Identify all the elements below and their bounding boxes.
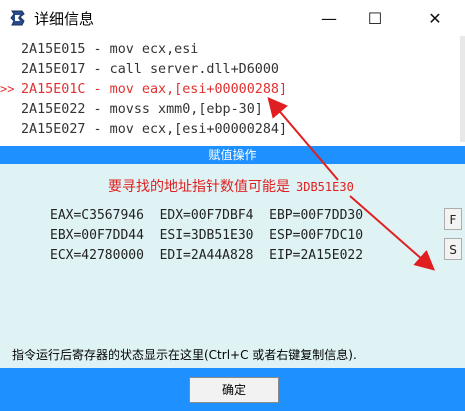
register-row: EAX=C3567946 EDX=00F7DBF4 EBP=00F7DD30: [50, 208, 364, 223]
minimize-icon: —: [321, 8, 337, 28]
window-title: 详细信息: [34, 10, 95, 28]
section-header: 赋值操作: [0, 146, 465, 164]
close-icon: ✕: [428, 8, 442, 28]
current-line-pointer: >>: [0, 82, 15, 96]
annotation-address: 3DB51E30: [296, 180, 354, 194]
code-line[interactable]: 2A15E027 - mov ecx,[esi+00000284]: [21, 122, 287, 137]
register-row: ECX=42780000 EDI=2A44A828 EIP=2A15E022: [50, 248, 364, 263]
register-row: EBX=00F7DD44 ESI=3DB51E30 ESP=00F7DC10: [50, 228, 364, 243]
float-toggle-button[interactable]: F: [444, 208, 462, 230]
status-text: 指令运行后寄存器的状态显示在这里(Ctrl+C 或者右键复制信息).: [12, 348, 357, 362]
code-line[interactable]: 2A15E017 - call server.dll+D6000: [21, 62, 279, 77]
disassembly-panel: >> 2A15E015 - mov ecx,esi 2A15E017 - cal…: [0, 36, 460, 142]
code-line[interactable]: 2A15E022 - movss xmm0,[ebp-30]: [21, 102, 263, 117]
maximize-button[interactable]: ☐: [352, 0, 398, 36]
ok-button[interactable]: 确定: [189, 377, 279, 403]
scrollbar[interactable]: [460, 36, 465, 142]
title-bar: 详细信息 — ☐ ✕: [0, 0, 465, 36]
maximize-icon: ☐: [367, 8, 383, 28]
annotation-text: 要寻找的地址指针数值可能是 3DB51E30: [108, 176, 354, 196]
code-line-current[interactable]: 2A15E01C - mov eax,[esi+00000288]: [21, 82, 287, 97]
annotation-label: 要寻找的地址指针数值可能是: [108, 179, 290, 195]
sse-toggle-button[interactable]: S: [444, 238, 462, 260]
cheat-engine-icon: [10, 10, 25, 26]
minimize-button[interactable]: —: [306, 0, 352, 36]
code-line[interactable]: 2A15E015 - mov ecx,esi: [21, 42, 198, 57]
close-button[interactable]: ✕: [412, 0, 458, 36]
